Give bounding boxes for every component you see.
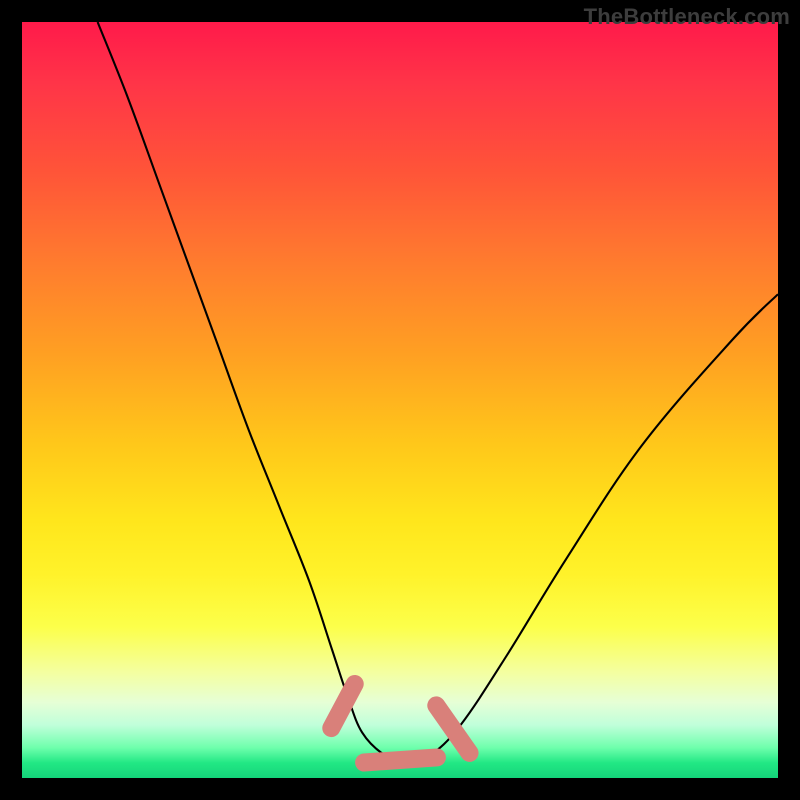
- curve-layer: [22, 22, 778, 778]
- chart-frame: TheBottleneck.com: [0, 0, 800, 800]
- watermark-text: TheBottleneck.com: [584, 4, 790, 30]
- plot-area: [22, 22, 778, 778]
- bottleneck-curve: [98, 22, 778, 763]
